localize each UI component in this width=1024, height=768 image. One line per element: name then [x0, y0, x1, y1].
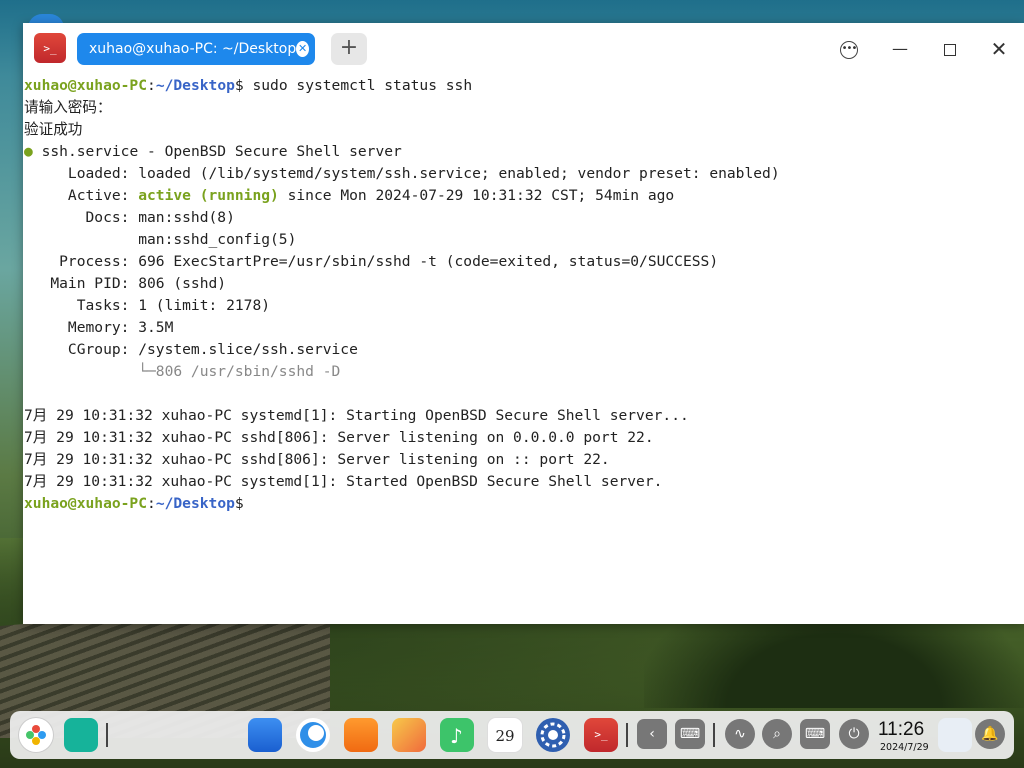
- tasks-line: Tasks: 1 (limit: 2178): [24, 297, 271, 314]
- browser-icon[interactable]: [296, 718, 330, 752]
- music-icon[interactable]: ♪: [440, 718, 474, 752]
- log-line: 7月 29 10:31:32 xuhao-PC systemd[1]: Star…: [24, 407, 689, 424]
- mainpid-line: Main PID: 806 (sshd): [24, 275, 227, 292]
- trash-icon[interactable]: [938, 718, 972, 752]
- process-line: Process: 696 ExecStartPre=/usr/sbin/sshd…: [24, 253, 719, 270]
- prompt-path: ~/Desktop: [155, 77, 235, 94]
- more-icon: •••: [840, 40, 858, 59]
- prompt-line: xuhao@xuhao-PC:~/Desktop$: [24, 493, 1024, 515]
- clock-date[interactable]: 2024/7/29: [880, 742, 929, 753]
- prompt-separator: :: [147, 77, 156, 94]
- browser-glyph: [300, 722, 326, 748]
- settings-icon[interactable]: [536, 718, 570, 752]
- loaded-line: Loaded: loaded (/lib/systemd/system/ssh.…: [24, 165, 780, 182]
- power-icon[interactable]: ⏻: [839, 719, 869, 749]
- docs-line: Docs: man:sshd(8): [24, 209, 235, 226]
- multitask-view-icon[interactable]: [64, 718, 98, 752]
- calendar-icon[interactable]: 29: [488, 718, 522, 752]
- terminal-app-icon: >_: [34, 33, 66, 63]
- music-glyph: ♪: [450, 724, 463, 748]
- cgroup-line: CGroup: /system.slice/ssh.service: [24, 341, 358, 358]
- tab-close-icon[interactable]: ✕: [296, 41, 309, 57]
- prompt-sign: $: [234, 77, 244, 94]
- command-line: xuhao@xuhao-PC:~/Desktop$ sudo systemctl…: [24, 75, 1024, 97]
- terminal-output[interactable]: xuhao@xuhao-PC:~/Desktop$ sudo systemctl…: [24, 75, 1024, 624]
- photos-icon[interactable]: [392, 718, 426, 752]
- back-icon[interactable]: ‹: [637, 719, 667, 749]
- log-line: 7月 29 10:31:32 xuhao-PC sshd[806]: Serve…: [24, 451, 610, 468]
- output-line: 请输入密码：: [24, 99, 112, 116]
- dock-separator: [626, 723, 628, 747]
- prompt-path: ~/Desktop: [155, 495, 235, 512]
- minimize-button[interactable]: —: [886, 35, 914, 63]
- terminal-dock-icon[interactable]: >_: [584, 718, 618, 752]
- log-line: 7月 29 10:31:32 xuhao-PC systemd[1]: Star…: [24, 473, 663, 490]
- app-store-icon[interactable]: [344, 718, 378, 752]
- file-manager-icon[interactable]: [248, 718, 282, 752]
- calendar-day: 29: [495, 727, 515, 745]
- system-monitor-icon[interactable]: ∿: [725, 719, 755, 749]
- prompt-sign: $: [234, 495, 244, 512]
- search-icon[interactable]: ⌕: [762, 719, 792, 749]
- prompt-separator: :: [147, 495, 156, 512]
- docs-line-2: man:sshd_config(5): [24, 231, 297, 248]
- tab-title: xuhao@xuhao-PC: ~/Desktop: [89, 41, 297, 57]
- gear-glyph: [540, 722, 566, 748]
- menu-button[interactable]: •••: [835, 35, 863, 63]
- input-method-icon[interactable]: ⌨: [800, 719, 830, 749]
- clock-time[interactable]: 11:26: [878, 719, 924, 741]
- launcher-glyph: [26, 725, 46, 745]
- service-line: ● ssh.service - OpenBSD Secure Shell ser…: [24, 141, 1024, 163]
- active-label: Active:: [24, 187, 139, 204]
- dock-separator: [106, 723, 108, 747]
- svg-text:♪: ♪: [450, 724, 463, 748]
- memory-line: Memory: 3.5M: [24, 319, 174, 336]
- maximize-button[interactable]: [936, 35, 964, 63]
- active-line: Active: active (running) since Mon 2024-…: [24, 185, 1024, 207]
- notification-icon[interactable]: 🔔: [975, 719, 1005, 749]
- close-button[interactable]: ✕: [985, 35, 1013, 63]
- output-line: 验证成功: [24, 121, 83, 138]
- keyboard-icon[interactable]: ⌨: [675, 719, 705, 749]
- maximize-icon: [944, 43, 956, 56]
- prompt-user: xuhao@xuhao-PC: [24, 77, 148, 94]
- dock: ♪ 29 >_ ‹ ⌨ ∿ ⌕ ⌨ ⏻ 11:26 2024/7/29 🔔: [10, 711, 1014, 759]
- new-tab-button[interactable]: +: [331, 33, 367, 65]
- cgroup-child-line: └─806 /usr/sbin/sshd -D: [24, 363, 341, 380]
- dock-separator: [713, 723, 715, 747]
- service-name: ssh.service - OpenBSD Secure Shell serve…: [32, 143, 402, 160]
- active-since: since Mon 2024-07-29 10:31:32 CST; 54min…: [278, 187, 675, 204]
- launcher-icon[interactable]: [19, 718, 53, 752]
- active-status: active (running): [138, 187, 279, 204]
- command-text: sudo systemctl status ssh: [243, 77, 473, 94]
- status-dot-icon: ●: [24, 143, 33, 160]
- tab-terminal[interactable]: xuhao@xuhao-PC: ~/Desktop ✕: [77, 33, 315, 65]
- terminal-window: >_ xuhao@xuhao-PC: ~/Desktop ✕ + ••• — ✕…: [23, 23, 1024, 624]
- log-line: 7月 29 10:31:32 xuhao-PC sshd[806]: Serve…: [24, 429, 654, 446]
- prompt-user: xuhao@xuhao-PC: [24, 495, 148, 512]
- titlebar: >_ xuhao@xuhao-PC: ~/Desktop ✕ + ••• — ✕: [23, 23, 1024, 75]
